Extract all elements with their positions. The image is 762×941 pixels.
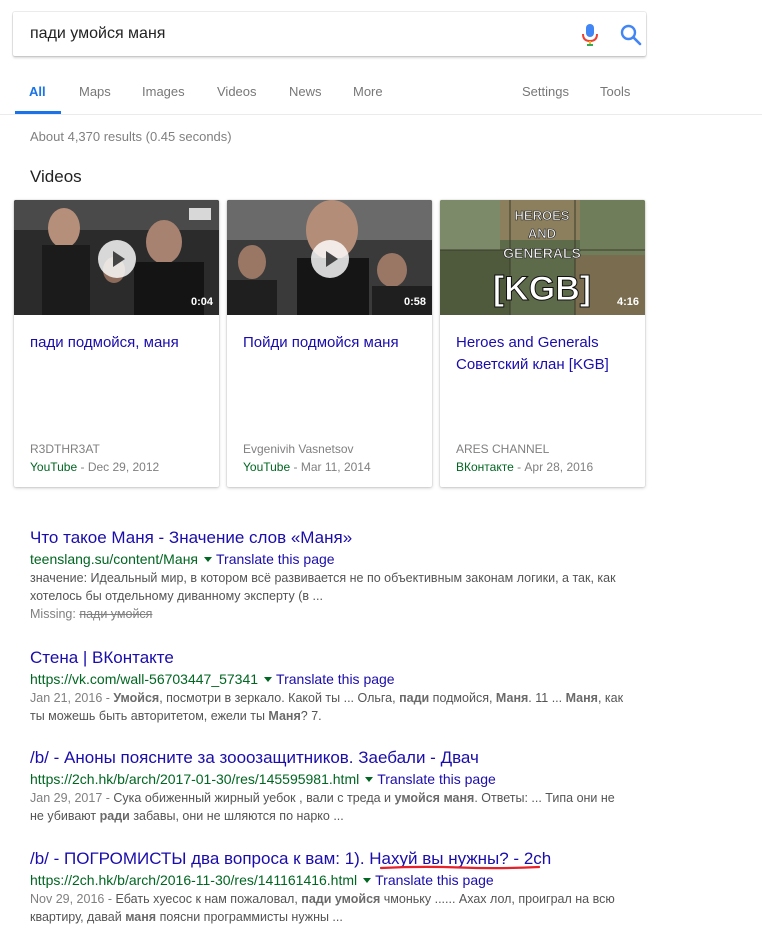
search-result: /b/ - ПОГРОМИСТЫ два вопроса к вам: 1). … [30,848,630,926]
result-url[interactable]: https://vk.com/wall-56703447_57341 [30,671,258,687]
video-title[interactable]: Пойди подмойся маня [243,332,423,354]
video-date: - Dec 29, 2012 [77,460,160,474]
dropdown-arrow-icon[interactable] [363,877,372,883]
tab-news[interactable]: News [289,84,322,99]
search-box[interactable] [13,12,646,56]
video-duration: 0:58 [403,296,426,308]
snippet-text: . 11 ... [528,691,566,705]
snippet-bold: маня [125,910,157,924]
dropdown-arrow-icon[interactable] [204,556,213,562]
snippet-text: , посмотри в зеркало. Какой ты ... Ольга… [159,691,400,705]
result-snippet: Nov 29, 2016 - Ебать хуесос к нам пожало… [30,890,630,926]
video-channel: Evgenivih Vasnetsov [243,442,354,456]
dropdown-arrow-icon[interactable] [264,676,273,682]
result-snippet: значение: Идеальный мир, в котором всё р… [30,571,616,603]
thumb-text-generals: GENERALS [503,245,581,261]
video-date: - Apr 28, 2016 [513,460,594,474]
snippet-bold: ради [99,809,130,823]
video-date: - Mar 11, 2014 [290,460,371,474]
translate-link[interactable]: Translate this page [276,671,395,687]
red-underline-annotation [380,865,540,870]
tab-more[interactable]: More [353,84,383,99]
snippet-bold: пади [399,691,430,705]
snippet-bold: Умойся [113,691,160,705]
result-date: Jan 29, 2017 - [30,791,114,805]
video-thumbnail[interactable]: 0:04 [14,200,219,315]
result-url[interactable]: https://2ch.hk/b/arch/2016-11-30/res/141… [30,872,357,888]
thumb-text-kgb: [KGB] [493,270,591,308]
video-source: ВКонтакте - Apr 28, 2016 [456,460,593,474]
video-title[interactable]: Heroes and Generals Советский клан [KGB] [456,332,636,376]
tab-tools[interactable]: Tools [600,84,630,99]
search-result: Стена | ВКонтакте https://vk.com/wall-56… [30,647,630,725]
result-url[interactable]: https://2ch.hk/b/arch/2017-01-30/res/145… [30,771,359,787]
snippet-text: ? 7. [300,709,322,723]
result-snippet: Jan 21, 2016 - Умойся, посмотри в зеркал… [30,689,630,725]
tab-videos[interactable]: Videos [217,84,257,99]
search-result: Что такое Маня - Значение слов «Маня» te… [30,527,630,623]
video-card[interactable]: HEROES AND GENERALS [KGB] 4:16 Heroes an… [440,200,645,487]
result-title[interactable]: /b/ - Аноны поясните за зооозащитников. … [30,747,630,769]
snippet-text: Ебать хуесос к нам пожаловал, [115,892,302,906]
video-site: ВКонтакте [456,460,514,474]
videos-heading: Videos [30,167,82,186]
snippet-bold: умойся маня [394,791,475,805]
result-date: Jan 21, 2016 - [30,691,114,705]
missing-label: Missing: [30,607,80,621]
translate-link[interactable]: Translate this page [216,551,335,567]
video-card[interactable]: 0:58 Пойди подмойся маня Evgenivih Vasne… [227,200,432,487]
active-tab-indicator [15,111,61,114]
missing-terms-struck: пади умойся [79,607,153,621]
thumb-text-and: AND [528,226,556,241]
result-url-line: teenslang.su/content/Маня Translate this … [30,549,630,569]
video-source: YouTube - Dec 29, 2012 [30,460,159,474]
snippet-text: поясни программисты нужны ... [156,910,343,924]
result-stats: About 4,370 results (0.45 seconds) [30,129,232,144]
missing-terms: Missing: пади умойся [30,605,630,623]
snippet-bold: Маня [495,691,529,705]
snippet-bold: Маня [268,709,301,723]
result-url-line: https://vk.com/wall-56703447_57341 Transl… [30,669,630,689]
search-result: /b/ - Аноны поясните за зооозащитников. … [30,747,630,825]
translate-link[interactable]: Translate this page [375,872,494,888]
snippet-text: Сука обиженный жирный уебок , вали с тре… [113,791,395,805]
snippet-text: забавы, они не шляются по нарко ... [129,809,344,823]
tab-settings[interactable]: Settings [522,84,569,99]
video-site: YouTube [30,460,78,474]
result-url-line: https://2ch.hk/b/arch/2017-01-30/res/145… [30,769,630,789]
video-thumbnail[interactable]: 0:58 [227,200,432,315]
result-title[interactable]: /b/ - ПОГРОМИСТЫ два вопроса к вам: 1). … [30,848,630,870]
snippet-bold: пади умойся [301,892,381,906]
result-title[interactable]: Стена | ВКонтакте [30,647,630,669]
tab-all[interactable]: All [29,84,46,99]
video-channel: R3DTHR3AT [30,442,100,456]
video-source: YouTube - Mar 11, 2014 [243,460,371,474]
dropdown-arrow-icon[interactable] [365,776,374,782]
video-channel: ARES CHANNEL [456,442,550,456]
microphone-icon[interactable] [579,23,601,47]
video-title[interactable]: пади подмойся, маня [30,332,210,354]
play-icon[interactable] [98,240,136,278]
snippet-bold: Маня [565,691,598,705]
result-snippet: Jan 29, 2017 - Сука обиженный жирный уеб… [30,789,630,825]
video-duration: 0:04 [190,296,213,308]
search-input[interactable] [30,22,550,46]
result-title[interactable]: Что такое Маня - Значение слов «Маня» [30,527,630,549]
tab-images[interactable]: Images [142,84,185,99]
thumb-text-heroes: HEROES [515,208,570,223]
snippet-text: подмойся, [429,691,496,705]
result-date: Nov 29, 2016 - [30,892,116,906]
video-card[interactable]: 0:04 пади подмойся, маня R3DTHR3AT YouTu… [14,200,219,487]
video-site: YouTube [243,460,291,474]
search-icon[interactable] [619,23,643,47]
video-thumbnail[interactable]: HEROES AND GENERALS [KGB] 4:16 [440,200,645,315]
tab-maps[interactable]: Maps [79,84,111,99]
result-url[interactable]: teenslang.su/content/Маня [30,551,198,567]
translate-link[interactable]: Translate this page [377,771,496,787]
video-duration: 4:16 [616,296,639,308]
search-tabs: All Maps Images Videos News More Setting… [0,56,762,115]
result-url-line: https://2ch.hk/b/arch/2016-11-30/res/141… [30,870,630,890]
play-icon[interactable] [311,240,349,278]
